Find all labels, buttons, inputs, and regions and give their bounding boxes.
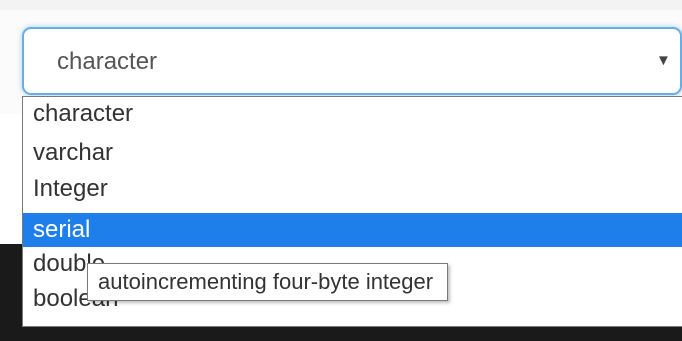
- option-character[interactable]: character: [23, 97, 682, 131]
- option-integer[interactable]: Integer: [23, 172, 682, 206]
- screenshot-stage: character ▼ character varchar Integer se…: [0, 0, 682, 341]
- option-serial[interactable]: serial: [23, 213, 682, 247]
- page-top-edge: [0, 0, 682, 10]
- type-select[interactable]: character ▼: [22, 27, 682, 95]
- option-varchar[interactable]: varchar: [23, 136, 682, 170]
- chevron-down-icon[interactable]: ▼: [656, 49, 671, 73]
- select-current-value: character: [57, 48, 158, 75]
- option-tooltip: autoincrementing four-byte integer: [87, 263, 449, 301]
